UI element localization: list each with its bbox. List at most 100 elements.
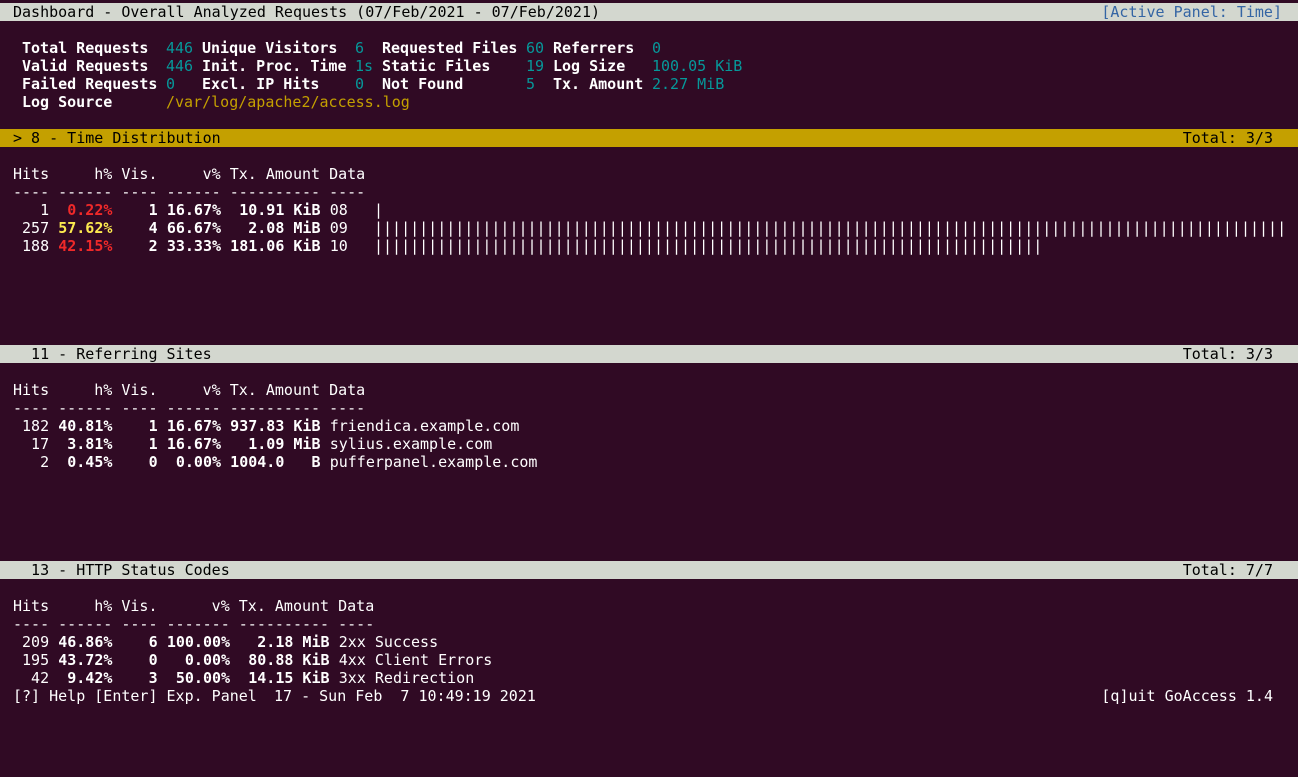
- status-column-headers: Hits h% Vis. v% Tx. Amount Data: [13, 597, 375, 615]
- vpct-cell: 0.00%: [157, 651, 231, 669]
- panel-header-referring-sites[interactable]: 11 - Referring Sites Total: 3/3: [0, 345, 1298, 363]
- unique-visitors-label: Unique Visitors: [202, 39, 338, 57]
- hpct-cell: 0.22%: [49, 201, 113, 219]
- table-row[interactable]: 1 0.22% 1 16.67% 10.91 KiB 08 |: [0, 201, 1298, 219]
- visitors-cell: 1: [112, 417, 158, 435]
- tx-amount-cell: 181.06 KiB: [221, 237, 321, 255]
- log-size-value: 100.05 KiB: [652, 57, 743, 75]
- vpct-cell: 100.00%: [157, 633, 231, 651]
- referrers-label: Referrers: [553, 39, 635, 57]
- vpct-cell: 16.67%: [157, 435, 222, 453]
- hpct-cell: 3.81%: [49, 435, 113, 453]
- visitors-cell: 3: [112, 669, 158, 687]
- panel-title: > 8 - Time Distribution: [13, 129, 221, 147]
- log-size-label: Log Size: [553, 57, 626, 75]
- hpct-cell: 57.62%: [49, 219, 113, 237]
- tx-amount-cell: 2.08 MiB: [221, 219, 321, 237]
- active-panel-indicator: [Active Panel: Time]: [1101, 3, 1282, 21]
- failed-requests-label: Failed Requests: [22, 75, 158, 93]
- referring-column-headers: Hits h% Vis. v% Tx. Amount Data: [13, 381, 366, 399]
- hits-bar: ||||||||||||||||||||||||||||||||||||||||…: [374, 219, 1287, 237]
- vpct-cell: 16.67%: [157, 417, 222, 435]
- panel-header-time-distribution[interactable]: > 8 - Time Distribution Total: 3/3: [0, 129, 1298, 147]
- excl-ip-hits-value: 0: [355, 75, 365, 93]
- data-cell: pufferpanel.example.com: [320, 453, 538, 471]
- visitors-cell: 2: [112, 237, 158, 255]
- status-column-separator: ---- ------ ---- ------- ---------- ----: [13, 615, 375, 633]
- table-row[interactable]: 188 42.15% 2 33.33% 181.06 KiB 10 |||||||…: [0, 237, 1298, 255]
- data-cell: sylius.example.com: [320, 435, 493, 453]
- time-column-separator: ---- ------ ---- ------ ---------- ----: [13, 183, 366, 201]
- data-cell: 3xx Redirection: [329, 669, 475, 687]
- excl-ip-hits-label: Excl. IP Hits: [202, 75, 320, 93]
- table-row[interactable]: 17 3.81% 1 16.67% 1.09 MiB sylius.exampl…: [0, 435, 1298, 453]
- vpct-cell: 50.00%: [157, 669, 231, 687]
- footer-bar: [?] Help [Enter] Exp. Panel 17 - Sun Feb…: [0, 687, 1298, 705]
- visitors-cell: 0: [112, 453, 158, 471]
- hits-cell: 188: [13, 237, 50, 255]
- total-requests-label: Total Requests: [22, 39, 149, 57]
- hpct-cell: 40.81%: [49, 417, 113, 435]
- table-row[interactable]: 42 9.42% 3 50.00% 14.15 KiB 3xx Redirect…: [0, 669, 1298, 687]
- tx-amount-cell: 80.88 KiB: [230, 651, 330, 669]
- tx-amount-cell: 937.83 KiB: [221, 417, 321, 435]
- log-source-label: Log Source: [22, 93, 113, 111]
- footer-timestamp: 17 - Sun Feb 7 10:49:19 2021: [274, 687, 536, 705]
- table-row[interactable]: 209 46.86% 6 100.00% 2.18 MiB 2xx Succes…: [0, 633, 1298, 651]
- visitors-cell: 1: [112, 201, 158, 219]
- hpct-cell: 42.15%: [49, 237, 113, 255]
- data-cell: 4xx Client Errors: [329, 651, 493, 669]
- quit-hint[interactable]: [q]uit GoAccess 1.4: [1101, 687, 1273, 705]
- vpct-cell: 66.67%: [157, 219, 222, 237]
- tx-amount-cell: 14.15 KiB: [230, 669, 330, 687]
- table-row[interactable]: 2 0.45% 0 0.00% 1004.0 B pufferpanel.exa…: [0, 453, 1298, 471]
- hits-cell: 2: [13, 453, 50, 471]
- referring-column-separator: ---- ------ ---- ------ ---------- ----: [13, 399, 366, 417]
- init-proc-time-label: Init. Proc. Time: [202, 57, 347, 75]
- tx-amount-cell: 1004.0 B: [221, 453, 321, 471]
- hpct-cell: 46.86%: [49, 633, 113, 651]
- hits-cell: 182: [13, 417, 50, 435]
- static-files-value: 19: [526, 57, 545, 75]
- hpct-cell: 43.72%: [49, 651, 113, 669]
- data-cell: 08: [320, 201, 348, 219]
- table-row[interactable]: 182 40.81% 1 16.67% 937.83 KiB friendica…: [0, 417, 1298, 435]
- unique-visitors-value: 6: [355, 39, 365, 57]
- tx-amount-cell: 10.91 KiB: [221, 201, 321, 219]
- panel-total: Total: 3/3: [1182, 345, 1273, 363]
- panel-title: 11 - Referring Sites: [13, 345, 212, 363]
- valid-requests-label: Valid Requests: [22, 57, 149, 75]
- data-cell: 10: [320, 237, 348, 255]
- tx-amount-value: 2.27 MiB: [652, 75, 725, 93]
- dashboard-title: Dashboard - Overall Analyzed Requests (0…: [13, 3, 600, 21]
- requested-files-value: 60: [526, 39, 545, 57]
- hits-cell: 209: [13, 633, 50, 651]
- init-proc-time-value: 1s: [355, 57, 374, 75]
- hits-cell: 195: [13, 651, 50, 669]
- hits-bar: ||||||||||||||||||||||||||||||||||||||||…: [374, 237, 1043, 255]
- data-cell: 09: [320, 219, 348, 237]
- tx-amount-label: Tx. Amount: [553, 75, 644, 93]
- data-cell: friendica.example.com: [320, 417, 520, 435]
- time-column-headers: Hits h% Vis. v% Tx. Amount Data: [13, 165, 366, 183]
- tx-amount-cell: 2.18 MiB: [230, 633, 330, 651]
- panel-header-http-status-codes[interactable]: 13 - HTTP Status Codes Total: 7/7: [0, 561, 1298, 579]
- hits-bar: |: [374, 201, 384, 219]
- hits-cell: 1: [13, 201, 50, 219]
- not-found-label: Not Found: [382, 75, 464, 93]
- failed-requests-value: 0: [166, 75, 176, 93]
- requested-files-label: Requested Files: [382, 39, 518, 57]
- goaccess-terminal: Dashboard - Overall Analyzed Requests (0…: [0, 0, 1298, 713]
- help-hint[interactable]: [?] Help [Enter] Exp. Panel: [13, 687, 257, 705]
- table-row[interactable]: 257 57.62% 4 66.67% 2.08 MiB 09 |||||||||…: [0, 219, 1298, 237]
- visitors-cell: 1: [112, 435, 158, 453]
- log-source-value: /var/log/apache2/access.log: [166, 93, 410, 111]
- panel-total: Total: 7/7: [1182, 561, 1273, 579]
- vpct-cell: 33.33%: [157, 237, 222, 255]
- hpct-cell: 0.45%: [49, 453, 113, 471]
- data-cell: 2xx Success: [329, 633, 439, 651]
- table-row[interactable]: 195 43.72% 0 0.00% 80.88 KiB 4xx Client …: [0, 651, 1298, 669]
- panel-total: Total: 3/3: [1182, 129, 1273, 147]
- static-files-label: Static Files: [382, 57, 491, 75]
- hpct-cell: 9.42%: [49, 669, 113, 687]
